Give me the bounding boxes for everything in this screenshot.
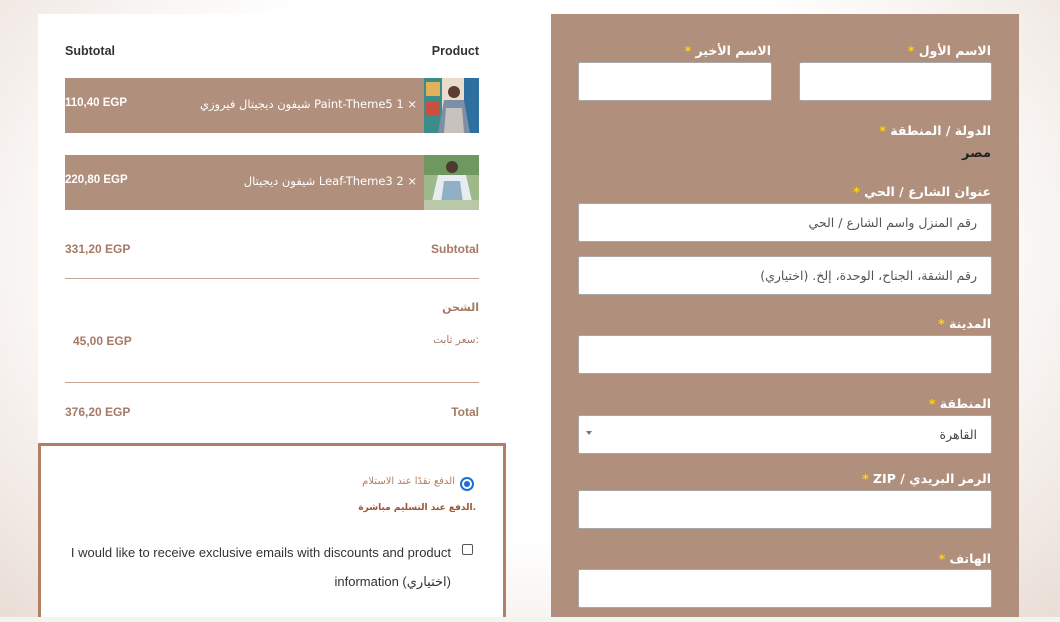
first-name-label: الاسم الأول * [907, 43, 991, 58]
required-mark: * [862, 471, 869, 486]
required-mark: * [938, 316, 945, 331]
product-thumbnail-icon[interactable] [424, 155, 479, 210]
apartment-field[interactable] [578, 256, 992, 295]
total-value: 376,20 EGP [65, 405, 131, 419]
cod-label[interactable]: الدفع نقدًا عند الاستلام [362, 476, 455, 487]
region-selected-value: القاهرة [939, 427, 977, 442]
street-address-field[interactable] [578, 203, 992, 242]
divider [65, 278, 479, 279]
item-price: 220,80 EGP [65, 174, 128, 186]
order-item-row: 110,40 EGP شيفون ديجيتال فيروزي Paint-Th… [65, 78, 479, 133]
required-mark: * [938, 551, 946, 566]
zip-field[interactable] [578, 490, 992, 529]
last-name-field[interactable] [578, 62, 772, 101]
newsletter-checkbox[interactable] [462, 544, 473, 555]
divider [65, 382, 479, 383]
product-thumbnail-icon[interactable] [424, 78, 479, 133]
subtotal-value: 331,20 EGP [65, 242, 131, 256]
required-mark: * [928, 396, 936, 411]
item-price: 110,40 EGP [65, 97, 128, 109]
required-mark: * [853, 184, 860, 199]
order-table-header: Subtotal Product [65, 44, 479, 60]
phone-field[interactable] [578, 569, 992, 608]
billing-form: الاسم الأول * الاسم الأخير * الدولة / ال… [551, 14, 1019, 622]
payment-methods: الدفع نقدًا عند الاستلام الدفع عند التسل… [38, 443, 506, 622]
shipping-method: سعر ثابت: [433, 334, 479, 346]
item-name: شيفون ديجيتال فيروزي Paint-Theme5 1 × [199, 97, 417, 111]
chevron-down-icon [586, 431, 592, 435]
required-mark: * [684, 43, 692, 58]
region-select[interactable]: القاهرة [578, 415, 992, 454]
order-summary: Subtotal Product 110,40 EGP شيفون ديجيتا… [38, 14, 506, 444]
page-bottom-strip [0, 617, 1060, 622]
required-mark: * [879, 123, 886, 138]
item-name: شيفون ديجيتال Leaf-Theme3 2 × [243, 174, 417, 188]
cod-radio[interactable] [460, 477, 474, 491]
city-field[interactable] [578, 335, 992, 374]
header-product: Product [431, 44, 479, 58]
region-label: المنطقة * [928, 396, 991, 411]
shipping-title: الشحن [442, 301, 479, 314]
item-quantity: 1 × [396, 97, 417, 111]
city-label: المدينة * [938, 316, 991, 331]
newsletter-label[interactable]: I would like to receive exclusive emails… [51, 538, 451, 596]
phone-label: الهاتف * [938, 551, 991, 566]
country-label: الدولة / المنطقة * [879, 123, 991, 138]
last-name-label: الاسم الأخير * [684, 43, 771, 58]
subtotal-label: Subtotal [431, 242, 479, 256]
order-item-row: 220,80 EGP شيفون ديجيتال Leaf-Theme3 2 × [65, 155, 479, 210]
zip-label: الرمز البريدي / ZIP * [862, 471, 991, 486]
required-mark: * [907, 43, 915, 58]
country-value: مصر [962, 146, 991, 161]
cod-description: الدفع عند التسليم مباشرة. [358, 503, 476, 513]
street-label: عنوان الشارع / الحي * [853, 184, 991, 199]
header-subtotal: Subtotal [65, 44, 115, 58]
first-name-field[interactable] [799, 62, 992, 101]
total-label: Total [451, 405, 479, 419]
item-quantity: 2 × [396, 174, 417, 188]
shipping-value: 45,00 EGP [73, 334, 132, 348]
